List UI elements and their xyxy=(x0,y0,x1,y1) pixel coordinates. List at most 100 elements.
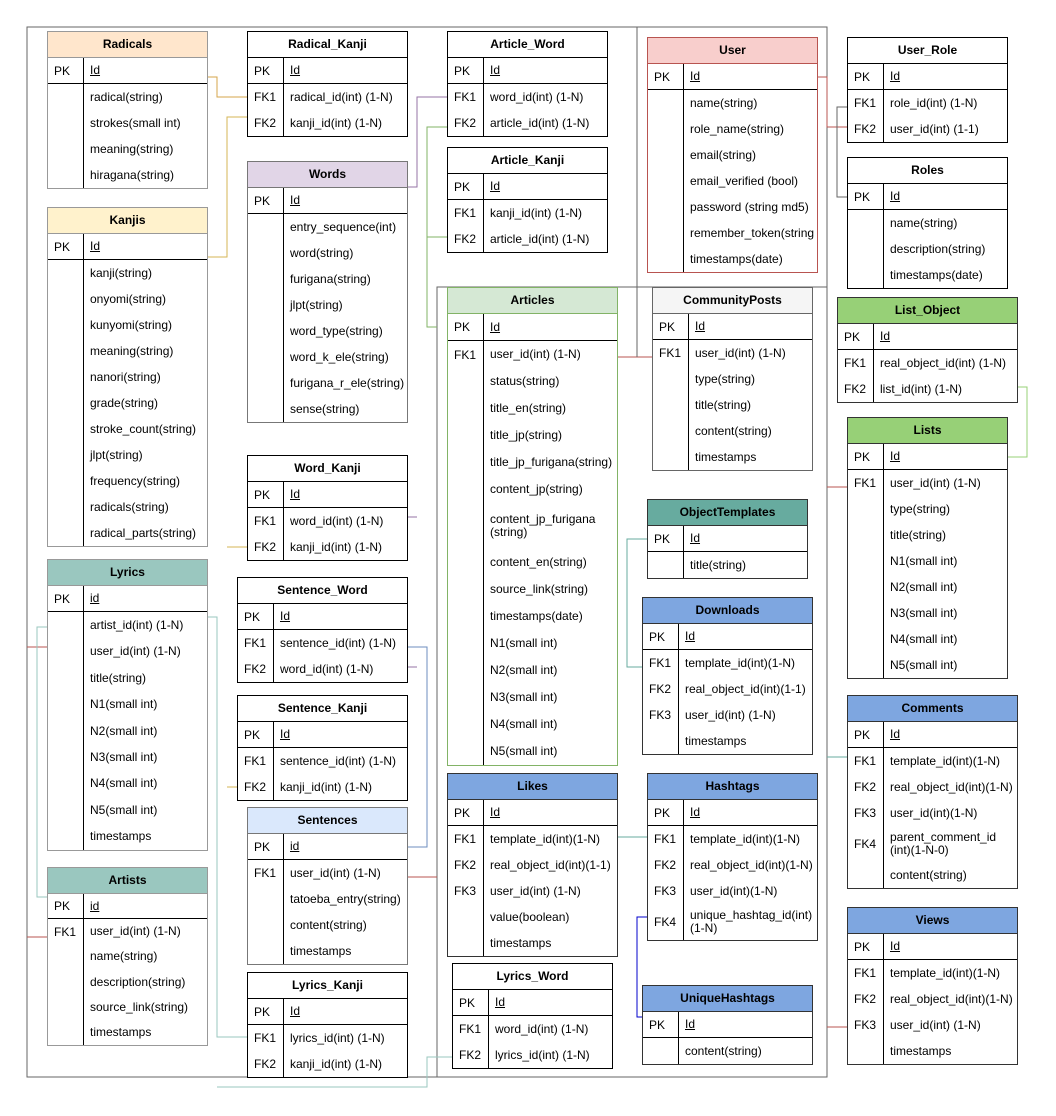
table-sentences[interactable]: Sentences PK id FK1 user_id(int) (1-N) tatoeb… xyxy=(247,807,408,965)
field-cell: N2(small int) xyxy=(484,657,561,684)
field-row: N2(small int) xyxy=(448,657,617,684)
field-name: Id xyxy=(890,939,901,953)
key-label xyxy=(48,364,84,390)
key-label xyxy=(48,84,84,110)
field-row: source_link(string) xyxy=(48,994,207,1020)
table-objecttemplates[interactable]: ObjectTemplates PK Id title(string) xyxy=(647,499,808,579)
table-views[interactable]: Views PK Id FK1 template_id(int)(1-N) FK2 real… xyxy=(847,907,1018,1065)
table-downloads[interactable]: Downloads PK Id FK1 template_id(int)(1-N) FK2… xyxy=(642,597,813,755)
field-row: role_name(string) xyxy=(648,116,817,142)
key-label xyxy=(448,657,484,684)
table-sentence-word[interactable]: Sentence_Word PK Id FK1 sentence_id(int) (1-… xyxy=(237,577,408,683)
field-cell: timestamps(date) xyxy=(684,246,787,272)
field-cell: timestamps xyxy=(284,938,355,964)
field-name: id xyxy=(90,591,100,606)
table-likes[interactable]: Likes PK Id FK1 template_id(int)(1-N) FK2 real… xyxy=(447,773,618,957)
key-label xyxy=(48,969,84,995)
table-sentence-kanji[interactable]: Sentence_Kanji PK Id FK1 sentence_id(int) (1… xyxy=(237,695,408,801)
field-cell: user_id(int) (1-N) xyxy=(284,860,385,886)
table-user-role[interactable]: User_Role PK Id FK1 role_id(int) (1-N) FK2 use… xyxy=(847,37,1008,143)
field-name: user_id(int) (1-N) xyxy=(90,644,181,659)
field-cell: content(string) xyxy=(284,912,371,938)
table-kanjis[interactable]: Kanjis PK Id kanji(string) onyomi(string) kun… xyxy=(47,207,208,547)
field-row: FK1 word_id(int) (1-N) xyxy=(453,1016,612,1042)
field-row: timestamps xyxy=(448,930,617,956)
field-row: FK2 real_object_id(int)(1-1) xyxy=(643,676,812,702)
key-label xyxy=(448,549,484,576)
field-cell: Id xyxy=(689,314,709,339)
primary-key-row: PK Id xyxy=(248,999,407,1025)
table-articles[interactable]: Articles PK Id FK1 user_id(int) (1-N) status(… xyxy=(447,287,618,766)
field-cell: id xyxy=(84,586,103,611)
table-word-kanji[interactable]: Word_Kanji PK Id FK1 word_id(int) (1-N) FK2 ka… xyxy=(247,455,408,561)
key-label xyxy=(248,266,284,292)
field-row: name(string) xyxy=(48,944,207,970)
field-name: template_id(int)(1-N) xyxy=(490,831,601,846)
field-row: FK1 word_id(int) (1-N) xyxy=(448,84,607,110)
table-radicals[interactable]: Radicals PK Id radical(string) strokes(small… xyxy=(47,31,208,189)
table-title: Lists xyxy=(848,418,1007,444)
table-list-object[interactable]: List_Object PK Id FK1 real_object_id(int) (1… xyxy=(837,297,1018,403)
field-name: real_object_id(int)(1-N) xyxy=(890,991,1013,1006)
primary-key-row: PK id xyxy=(48,894,207,920)
table-article-word[interactable]: Article_Word PK Id FK1 word_id(int) (1-N) FK2… xyxy=(447,31,608,137)
table-article-kanji[interactable]: Article_Kanji PK Id FK1 kanji_id(int) (1-N) F… xyxy=(447,147,608,253)
field-name: N4(small int) xyxy=(890,631,958,646)
field-cell: title(string) xyxy=(684,552,750,578)
field-cell: N4(small int) xyxy=(484,711,561,738)
field-row: N3(small int) xyxy=(48,744,207,771)
field-name: kanji_id(int) (1-N) xyxy=(290,1056,383,1071)
field-name: password (string md5) xyxy=(690,199,809,214)
key-label: PK xyxy=(848,64,884,89)
field-name: Id xyxy=(685,629,696,643)
table-comments[interactable]: Comments PK Id FK1 template_id(int)(1-N) FK2 r… xyxy=(847,695,1018,889)
table-title: Lyrics_Kanji xyxy=(248,973,407,999)
key-label: FK2 xyxy=(838,376,874,402)
key-label xyxy=(448,930,484,956)
field-row: nanori(string) xyxy=(48,364,207,390)
key-label xyxy=(848,600,884,626)
field-row: FK2 lyrics_id(int) (1-N) xyxy=(453,1042,612,1068)
key-label: PK xyxy=(448,314,484,340)
field-cell: radical(string) xyxy=(84,84,167,110)
table-user[interactable]: User PK Id name(string) role_name(string) ema… xyxy=(647,37,818,273)
key-label xyxy=(48,520,84,546)
field-row: email(string) xyxy=(648,142,817,168)
field-cell: furigana(string) xyxy=(284,266,375,292)
primary-key-row: PK Id xyxy=(453,990,612,1016)
table-lyrics-word[interactable]: Lyrics_Word PK Id FK1 word_id(int) (1-N) FK2 l… xyxy=(452,963,613,1069)
key-label: FK3 xyxy=(848,800,884,826)
key-label: PK xyxy=(848,444,884,469)
field-cell: real_object_id(int)(1-N) xyxy=(684,852,817,878)
table-roles[interactable]: Roles PK Id name(string) description(string)… xyxy=(847,157,1008,289)
field-row: FK1 user_id(int) (1-N) xyxy=(448,341,617,368)
field-name: id xyxy=(90,898,100,913)
key-label: PK xyxy=(448,800,484,825)
table-hashtags[interactable]: Hashtags PK Id FK1 template_id(int)(1-N) FK2 r… xyxy=(647,773,818,941)
field-row: timestamps xyxy=(248,938,407,964)
field-name: type(string) xyxy=(890,501,951,516)
table-artists[interactable]: Artists PK id FK1 user_id(int) (1-N) name(str… xyxy=(47,867,208,1047)
table-lists[interactable]: Lists PK Id FK1 user_id(int) (1-N) type(strin… xyxy=(847,417,1008,679)
table-communityposts[interactable]: CommunityPosts PK Id FK1 user_id(int) (1-N) t… xyxy=(652,287,813,471)
key-label xyxy=(448,422,484,449)
field-cell: user_id(int) (1-N) xyxy=(84,919,185,944)
field-name: nanori(string) xyxy=(90,369,161,384)
table-lyrics-kanji[interactable]: Lyrics_Kanji PK Id FK1 lyrics_id(int) (1-N) F… xyxy=(247,972,408,1078)
field-cell: id xyxy=(84,894,103,918)
field-name: kanji_id(int) (1-N) xyxy=(280,779,373,794)
field-name: email_verified (bool) xyxy=(690,173,799,188)
key-label: FK2 xyxy=(448,852,484,878)
table-uniquehashtags[interactable]: UniqueHashtags PK Id content(string) xyxy=(642,985,813,1065)
field-row: onyomi(string) xyxy=(48,286,207,312)
table-radical-kanji[interactable]: Radical_Kanji PK Id FK1 radical_id(int) (1-N… xyxy=(247,31,408,137)
primary-key-row: PK Id xyxy=(648,64,817,90)
table-lyrics[interactable]: Lyrics PK id artist_id(int) (1-N) user_id(in… xyxy=(47,559,208,851)
key-label: PK xyxy=(448,174,484,199)
table-words[interactable]: Words PK Id entry_sequence(int) word(string)… xyxy=(247,161,408,423)
field-name: user_id(int) (1-N) xyxy=(695,345,786,360)
field-name: radical_id(int) (1-N) xyxy=(290,89,393,104)
field-row: word_k_ele(string) xyxy=(248,344,407,370)
table-title: Articles xyxy=(448,288,617,314)
field-name: artist_id(int) (1-N) xyxy=(90,618,184,633)
